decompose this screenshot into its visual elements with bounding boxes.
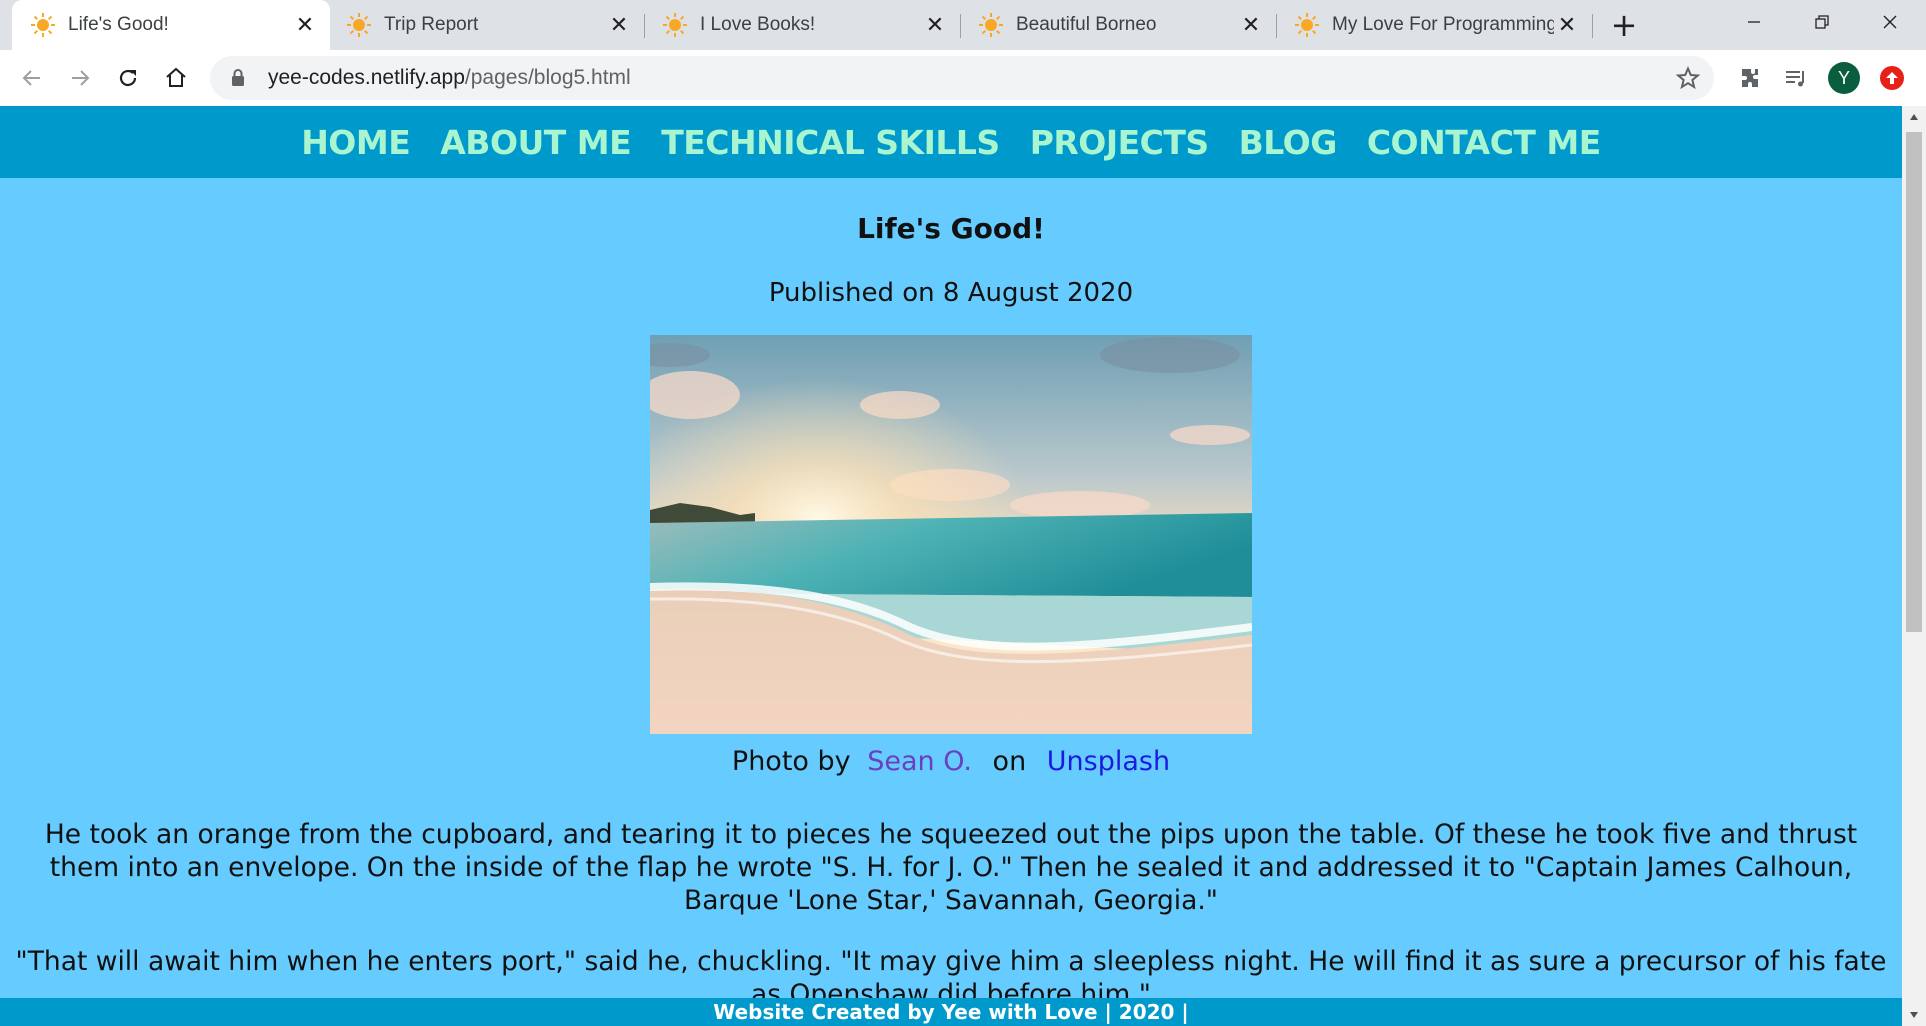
site-nav: HOME ABOUT ME TECHNICAL SKILLS PROJECTS … xyxy=(0,106,1902,178)
scroll-up-arrow-icon[interactable] xyxy=(1902,106,1926,128)
sun-favicon-icon xyxy=(31,13,55,37)
puzzle-icon xyxy=(1742,69,1758,87)
tab-beautiful-borneo[interactable]: Beautiful Borneo ✕ xyxy=(960,0,1276,50)
tab-title: I Love Books! xyxy=(700,14,816,35)
tab-trip-report[interactable]: Trip Report ✕ xyxy=(328,0,644,50)
sun-favicon-icon xyxy=(979,13,1003,37)
tab-my-love-for-programming[interactable]: My Love For Programming ✕ xyxy=(1276,0,1592,50)
nav-home[interactable]: HOME xyxy=(301,123,411,162)
close-icon[interactable]: ✕ xyxy=(292,12,318,38)
browser-toolbar: yee-codes.netlify.app/pages/blog5.html Y xyxy=(0,50,1926,106)
close-icon xyxy=(1883,15,1897,29)
forward-button[interactable] xyxy=(60,58,100,98)
post-date: Published on 8 August 2020 xyxy=(768,278,1134,308)
tab-title: Beautiful Borneo xyxy=(1016,14,1157,35)
reload-icon xyxy=(119,69,137,87)
tab-title: Trip Report xyxy=(384,14,479,35)
reload-button[interactable] xyxy=(108,58,148,98)
credit-prefix: Photo by xyxy=(731,746,851,777)
credit-unsplash-link[interactable]: Unsplash xyxy=(1047,746,1170,777)
tab-lifes-good[interactable]: Life's Good! ✕ xyxy=(12,0,330,50)
playlist-icon xyxy=(1786,71,1804,87)
address-bar[interactable]: yee-codes.netlify.app/pages/blog5.html xyxy=(210,56,1714,100)
restore-button[interactable] xyxy=(1788,0,1856,44)
nav-blog[interactable]: BLOG xyxy=(1239,123,1338,162)
media-control-button[interactable] xyxy=(1780,62,1812,94)
page-scrollbar[interactable] xyxy=(1902,106,1926,1026)
credit-on: on xyxy=(992,746,1027,777)
back-button[interactable] xyxy=(12,58,52,98)
restore-icon xyxy=(1815,15,1829,29)
close-icon[interactable]: ✕ xyxy=(1554,12,1580,38)
home-button[interactable] xyxy=(156,58,196,98)
lock-icon xyxy=(230,68,250,88)
credit-author-link[interactable]: Sean O. xyxy=(867,746,972,777)
sun-favicon-icon xyxy=(347,13,371,37)
tab-title: My Love For Programming xyxy=(1332,14,1554,35)
url-text: yee-codes.netlify.app/pages/blog5.html xyxy=(268,66,631,90)
photo-credit: Photo by Sean O. on Unsplash xyxy=(0,746,1902,777)
close-icon[interactable]: ✕ xyxy=(606,12,632,38)
nav-technical-skills[interactable]: TECHNICAL SKILLS xyxy=(661,123,1000,162)
nav-about-me[interactable]: ABOUT ME xyxy=(440,123,631,162)
minimize-button[interactable] xyxy=(1720,0,1788,44)
plus-icon: + xyxy=(1610,6,1638,44)
arrow-right-icon xyxy=(72,70,90,86)
post-paragraph: He took an orange from the cupboard, and… xyxy=(44,819,1858,916)
update-button[interactable] xyxy=(1876,62,1908,94)
star-icon[interactable] xyxy=(1676,66,1700,90)
arrow-left-icon xyxy=(22,70,40,86)
extensions-button[interactable] xyxy=(1734,62,1766,94)
new-tab-button[interactable]: + xyxy=(1608,6,1640,44)
close-icon[interactable]: ✕ xyxy=(1238,12,1264,38)
tab-i-love-books[interactable]: I Love Books! ✕ xyxy=(644,0,960,50)
scroll-down-arrow-icon[interactable] xyxy=(1902,1004,1926,1026)
home-icon xyxy=(166,67,186,87)
url-host: yee-codes.netlify.app xyxy=(268,66,465,89)
avatar: Y xyxy=(1828,62,1860,94)
tab-separator xyxy=(1592,14,1593,38)
sun-favicon-icon xyxy=(663,13,687,37)
tab-strip: Life's Good! ✕ Trip Report ✕ I Love Book… xyxy=(0,0,1926,50)
profile-button[interactable]: Y xyxy=(1828,62,1860,94)
page-viewport: HOME ABOUT ME TECHNICAL SKILLS PROJECTS … xyxy=(0,106,1902,1026)
scroll-thumb[interactable] xyxy=(1906,132,1922,632)
close-window-button[interactable] xyxy=(1856,0,1924,44)
post-title: Life's Good! xyxy=(857,212,1045,245)
tab-title: Life's Good! xyxy=(68,14,169,35)
update-arrow-icon xyxy=(1880,66,1904,90)
close-icon[interactable]: ✕ xyxy=(922,12,948,38)
site-footer: Website Created by Yee with Love | 2020 … xyxy=(0,998,1902,1026)
nav-contact-me[interactable]: CONTACT ME xyxy=(1367,123,1601,162)
minimize-icon xyxy=(1748,21,1760,23)
sun-favicon-icon xyxy=(1295,13,1319,37)
nav-projects[interactable]: PROJECTS xyxy=(1030,123,1209,162)
url-path: /pages/blog5.html xyxy=(464,66,631,89)
beach-sunset-image xyxy=(650,335,1252,734)
